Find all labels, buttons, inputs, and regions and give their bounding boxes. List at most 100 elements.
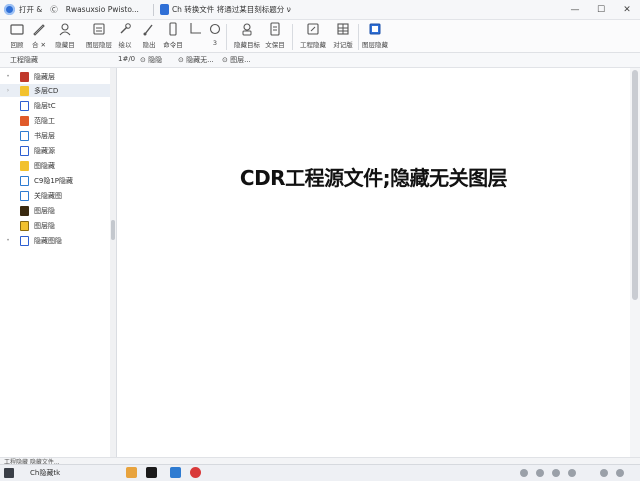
file-icon <box>20 71 29 82</box>
taskbar-app-label[interactable]: Ch隐藏tk <box>30 468 60 478</box>
sidebar-item-label: 隐藏层 <box>34 72 55 81</box>
brush-icon <box>143 24 153 36</box>
ribbon-toolbar: 回顾 合 ✕ 隐藏目 图层隐层 绘以 隐出 命令目 3 隐藏目标 文保目 工程隐… <box>0 20 640 53</box>
tab-4[interactable]: ⊙ 图层... <box>222 55 251 65</box>
title-separator <box>152 3 154 16</box>
sidebar-item-2[interactable]: › 多层CD <box>0 84 110 97</box>
minimize-button[interactable]: — <box>562 0 588 19</box>
expand-arrow-icon[interactable]: › <box>4 87 12 94</box>
table-icon <box>337 23 349 35</box>
sidebar-item-label: 关隐藏图 <box>34 191 62 200</box>
document-icon <box>20 145 29 156</box>
folder-icon <box>20 160 29 171</box>
file-explorer-icon[interactable] <box>126 467 137 478</box>
image-icon <box>20 115 29 126</box>
title-menu-item-2[interactable]: Ⓒ <box>50 4 58 15</box>
person-icon <box>242 23 252 36</box>
document-icon <box>20 235 29 246</box>
tray-icon[interactable] <box>552 469 560 477</box>
tray-icon[interactable] <box>616 469 624 477</box>
ribbon-button-10[interactable]: 隐藏目标 <box>232 22 262 52</box>
taskbar: Ch隐藏tk <box>0 464 640 481</box>
ribbon-separator <box>292 24 293 50</box>
ribbon-button-label: 文保目 <box>265 41 285 49</box>
sidebar-item-8[interactable]: C9隐1P隐藏 <box>0 174 110 187</box>
sidebar-splitter[interactable] <box>110 68 117 457</box>
document-icon <box>20 175 29 186</box>
sidebar-item-label: 隐藏源 <box>34 146 55 155</box>
sidebar-item-label: C9隐1P隐藏 <box>34 176 74 185</box>
ribbon-button-13[interactable]: 对记版 <box>328 22 358 52</box>
document-title: Ch 转换文件 将通过某目刻标题分 ν <box>171 5 291 14</box>
ribbon-button-label: 图层隐藏 <box>362 41 388 49</box>
ribbon-button-14[interactable]: 图层隐藏 <box>360 22 390 52</box>
coreldraw-icon[interactable] <box>146 467 157 478</box>
wrench-icon <box>120 23 131 34</box>
window-controls: — ☐ ✕ <box>562 0 640 19</box>
document-tabstrip: 1#/0 ⊙ 隐隐 ⊙ 隐藏无... ⊙ 图层... 工程隐藏 <box>0 53 640 68</box>
title-bar: 打开 & Ⓒ Rwasuxsio Pwisto... Ch 转换文件 将通过某目… <box>0 0 640 20</box>
edit-document-icon <box>307 23 319 35</box>
opera-icon[interactable] <box>190 467 201 478</box>
close-button[interactable]: ✕ <box>614 0 640 19</box>
splitter-grip[interactable] <box>111 220 115 240</box>
expand-arrow-icon[interactable]: • <box>4 237 12 244</box>
browser-icon[interactable] <box>170 467 181 478</box>
title-menu-item-1[interactable]: 打开 & <box>19 4 42 15</box>
tray-icon[interactable] <box>536 469 544 477</box>
sidebar-item-label: 图隐藏 <box>34 161 55 170</box>
image-icon <box>20 205 29 216</box>
tray-icon[interactable] <box>568 469 576 477</box>
sidebar-item-3[interactable]: 隐层tC <box>0 99 110 112</box>
tab-2[interactable]: ⊙ 隐隐 <box>140 55 162 65</box>
ribbon-button-11[interactable]: 文保目 <box>260 22 290 52</box>
ribbon-separator <box>226 24 227 50</box>
sidebar-item-label: 多层CD <box>34 86 59 95</box>
vertical-scrollbar[interactable] <box>630 68 640 457</box>
sidebar-item-1[interactable]: • 隐藏层 <box>0 70 110 83</box>
phone-icon <box>169 22 177 36</box>
ribbon-button-label: 对记版 <box>333 41 353 49</box>
folder-icon <box>20 85 29 96</box>
ribbon-button-label: 隐藏目 <box>55 41 75 49</box>
title-menu-item-3[interactable]: Rwasuxsio Pwisto... <box>66 5 139 14</box>
sidebar-item-11[interactable]: 图层隐 <box>0 219 110 232</box>
sidebar-item-9[interactable]: 关隐藏图 <box>0 189 110 202</box>
document-icon <box>20 100 29 111</box>
scrollbar-thumb[interactable] <box>632 70 638 300</box>
document-icon <box>20 190 29 201</box>
app-logo-icon[interactable] <box>4 4 15 15</box>
sidebar-item-6[interactable]: 隐藏源 <box>0 144 110 157</box>
tab-3[interactable]: ⊙ 隐藏无... <box>178 55 214 65</box>
pencil-icon <box>33 24 45 36</box>
refresh-icon <box>209 23 221 35</box>
start-icon[interactable] <box>4 468 14 478</box>
document-icon <box>20 130 29 141</box>
sidebar-item-10[interactable]: 图层隐 <box>0 204 110 217</box>
sidebar-item-12[interactable]: • 隐藏图隐 <box>0 234 110 247</box>
ribbon-button-3[interactable]: 隐藏目 <box>50 22 80 52</box>
layers-icon <box>93 23 105 35</box>
document-icon <box>270 22 280 36</box>
sidebar-item-label: 书层层 <box>34 131 55 140</box>
tray-icon[interactable] <box>600 469 608 477</box>
user-icon <box>59 23 71 36</box>
folder-icon <box>10 24 24 35</box>
ribbon-button-label: 隐藏目标 <box>234 41 260 49</box>
ribbon-separator <box>358 24 359 50</box>
maximize-button[interactable]: ☐ <box>588 0 614 19</box>
expand-arrow-icon[interactable]: • <box>4 73 12 80</box>
sidebar-item-5[interactable]: 书层层 <box>0 129 110 142</box>
sidebar-item-4[interactable]: 范隐工 <box>0 114 110 127</box>
sidebar-item-label: 隐藏图隐 <box>34 236 62 245</box>
sidebar-item-label: 图层隐 <box>34 221 55 230</box>
note-icon <box>20 220 29 231</box>
sidebar-item-label: 范隐工 <box>34 116 55 125</box>
sidebar-item-7[interactable]: 图隐藏 <box>0 159 110 172</box>
ribbon-button-12[interactable]: 工程隐藏 <box>298 22 328 52</box>
tray-icon[interactable] <box>520 469 528 477</box>
tab-1[interactable]: 1#/0 <box>118 55 135 63</box>
layer-panel-icon <box>369 23 381 35</box>
overlay-title: CDR工程源文件;隐藏无关图层 <box>239 166 508 190</box>
drawing-canvas[interactable]: CDR工程源文件;隐藏无关图层 <box>117 68 630 457</box>
